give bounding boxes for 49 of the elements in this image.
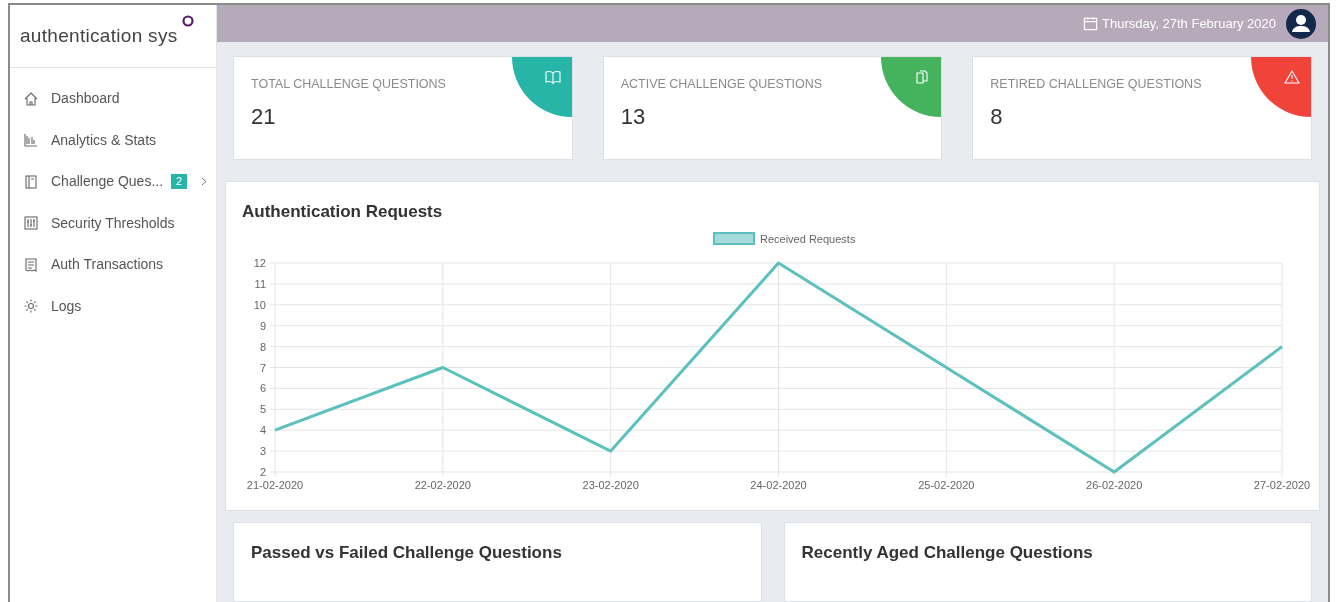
home-icon xyxy=(23,90,39,107)
brand-name: authentication sys xyxy=(20,23,178,48)
sidebar-item[interactable]: Security Thresholds xyxy=(10,202,216,244)
y-tick-label: 9 xyxy=(259,319,266,332)
notebook-icon xyxy=(23,173,39,190)
y-tick-label: 10 xyxy=(253,298,266,311)
stat-label: ACTIVE CHALLENGE QUESTIONS xyxy=(620,76,823,93)
y-tick-label: 12 xyxy=(253,256,266,269)
sidebar-item[interactable]: Challenge Ques... 2 xyxy=(10,161,216,203)
stat-value: 13 xyxy=(620,102,646,131)
sliders-icon xyxy=(23,215,39,232)
ring-logo-icon xyxy=(181,15,194,27)
x-tick-label: 26-02-2020 xyxy=(1086,478,1143,491)
x-tick-label: 24-02-2020 xyxy=(750,478,807,491)
y-tick-label: 11 xyxy=(254,277,266,290)
y-tick-label: 5 xyxy=(259,402,266,415)
sidebar-item[interactable]: Analytics & Stats xyxy=(10,119,216,161)
count-badge: 2 xyxy=(171,174,188,190)
x-tick-label: 21-02-2020 xyxy=(246,478,304,491)
x-tick-label: 27-02-2020 xyxy=(1253,478,1311,491)
stat-label: TOTAL CHALLENGE QUESTIONS xyxy=(251,76,446,93)
stat-value: 21 xyxy=(251,102,276,131)
y-tick-label: 6 xyxy=(259,381,266,394)
warning-icon xyxy=(1284,69,1300,85)
documents-icon xyxy=(914,69,931,85)
panel-title: Passed vs Failed Challenge Questions xyxy=(251,542,563,564)
y-tick-label: 7 xyxy=(259,361,266,373)
y-tick-label: 2 xyxy=(259,465,266,478)
current-date: Thursday, 27th February 2020 xyxy=(1102,14,1276,33)
stat-label: RETIRED CHALLENGE QUESTIONS xyxy=(990,76,1202,93)
calendar-icon xyxy=(1083,16,1099,31)
sidebar-item[interactable]: Dashboard xyxy=(10,78,216,120)
x-tick-label: 25-02-2020 xyxy=(918,478,975,491)
sidebar-item[interactable]: Auth Transactions xyxy=(10,244,216,286)
panel-title: Authentication Requests xyxy=(242,201,444,223)
book-icon xyxy=(544,69,561,85)
y-tick-label: 8 xyxy=(259,340,266,353)
x-tick-label: 22-02-2020 xyxy=(414,478,471,491)
receipt-icon xyxy=(23,256,39,273)
x-tick-label: 23-02-2020 xyxy=(582,478,639,491)
bar-chart-icon xyxy=(23,132,39,149)
y-tick-label: 3 xyxy=(259,444,266,457)
stat-value: 8 xyxy=(990,102,1003,131)
panel-title: Recently Aged Challenge Questions xyxy=(801,542,1094,564)
legend-label: Received Requests xyxy=(760,232,856,245)
sidebar-item[interactable]: Logs xyxy=(10,285,216,327)
settings-icon xyxy=(23,298,39,315)
y-tick-label: 4 xyxy=(259,423,266,436)
user-avatar-icon[interactable] xyxy=(1286,8,1316,39)
